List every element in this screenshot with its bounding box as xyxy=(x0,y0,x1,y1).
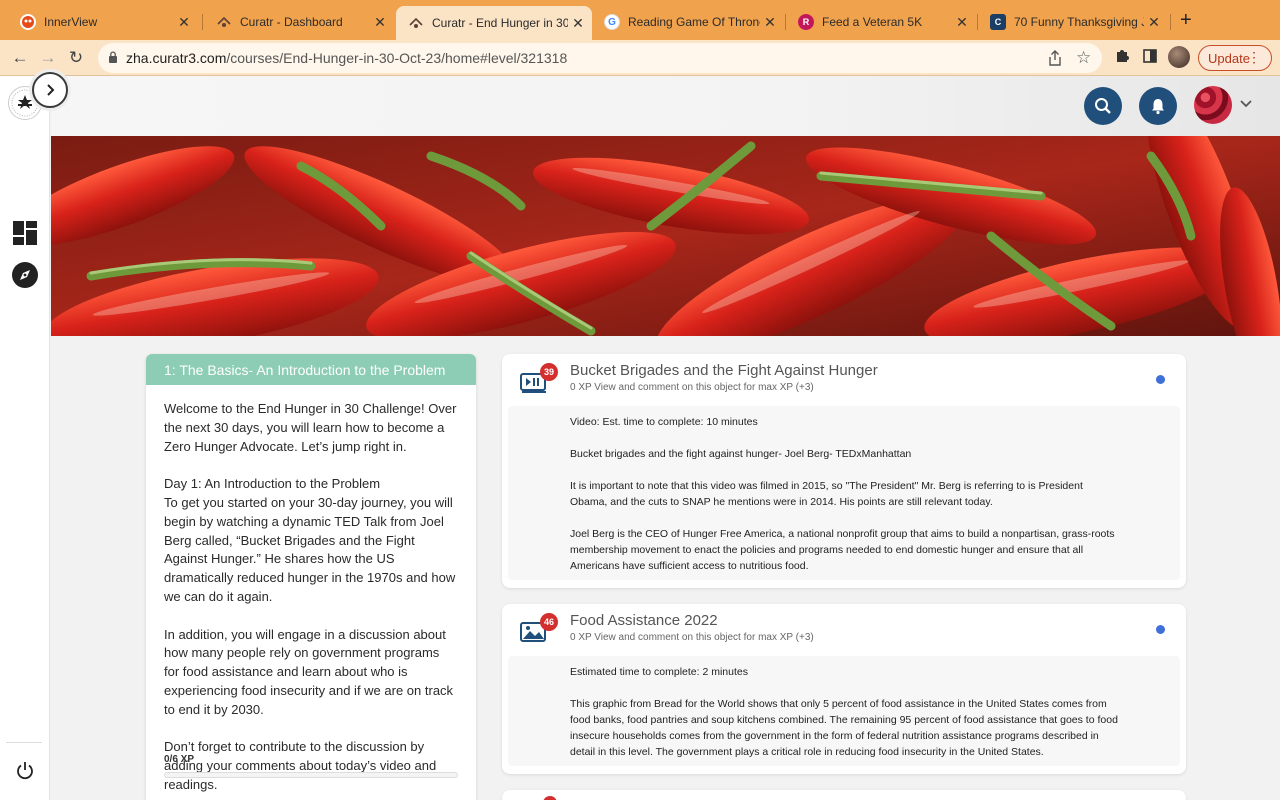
level-paragraph: In addition, you will engage in a discus… xyxy=(164,626,454,717)
browser-profile-avatar[interactable] xyxy=(1168,46,1190,68)
xp-label: 0/6 XP xyxy=(164,754,195,765)
update-button[interactable]: Update ⋮ xyxy=(1198,45,1272,71)
innerview-favicon-icon xyxy=(20,14,36,30)
comment-count-badge: 46 xyxy=(540,613,558,631)
object-text: Bucket brigades and the fight against hu… xyxy=(570,448,912,460)
reload-icon[interactable]: ↻ xyxy=(64,46,88,70)
curatr-favicon-icon xyxy=(216,14,232,30)
update-label: Update xyxy=(1208,50,1250,66)
browser-tab[interactable]: Curatr - Dashboard ✕ xyxy=(204,8,394,36)
notifications-button[interactable] xyxy=(1139,87,1177,125)
close-icon[interactable]: ✕ xyxy=(952,14,972,31)
left-sidebar xyxy=(0,76,50,800)
search-button[interactable] xyxy=(1084,87,1122,125)
power-logout-icon[interactable] xyxy=(14,760,36,782)
browser-tab[interactable]: InnerView ✕ xyxy=(8,8,198,36)
url-host: zha.curatr3.com xyxy=(126,50,227,66)
object-xp-meta: 0 XP View and comment on this object for… xyxy=(570,382,814,393)
dashboard-icon[interactable] xyxy=(12,220,38,246)
level-paragraph: To get you started on your 30-day journe… xyxy=(164,494,456,604)
curatr-favicon-icon xyxy=(408,15,424,31)
user-avatar[interactable] xyxy=(1194,86,1232,124)
level-body: Welcome to the End Hunger in 30 Challeng… xyxy=(146,385,476,800)
comment-count-badge: 39 xyxy=(540,363,558,381)
tab-title: Curatr - End Hunger in 30 C xyxy=(432,16,568,30)
unread-status-dot xyxy=(1156,375,1165,384)
object-text: It is important to note that this video … xyxy=(570,480,1083,508)
bell-icon xyxy=(1152,99,1164,115)
learning-object-card-partial[interactable] xyxy=(502,790,1186,800)
level-paragraph: Day 1: An Introduction to the Problem xyxy=(164,476,381,492)
sidebar-divider xyxy=(6,742,42,743)
chevron-right-icon xyxy=(47,84,55,96)
forward-arrow-icon[interactable]: → xyxy=(36,46,60,70)
c-favicon-icon: C xyxy=(990,14,1006,30)
level-title: 1: The Basics- An Introduction to the Pr… xyxy=(146,354,476,385)
close-icon[interactable]: ✕ xyxy=(1144,14,1164,31)
object-text: Video: Est. time to complete: 10 minutes xyxy=(570,416,758,428)
level-description-card: 1: The Basics- An Introduction to the Pr… xyxy=(146,354,476,800)
course-banner-image xyxy=(51,136,1280,336)
app-header xyxy=(51,76,1280,136)
side-panel-icon[interactable] xyxy=(1140,48,1160,68)
object-title[interactable]: Food Assistance 2022 xyxy=(570,612,718,629)
comment-count-badge xyxy=(543,796,557,800)
expand-sidebar-button[interactable] xyxy=(32,72,68,108)
more-vertical-icon: ⋮ xyxy=(1247,49,1261,65)
url-text: zha.curatr3.com/courses/End-Hunger-in-30… xyxy=(126,50,567,66)
search-icon xyxy=(1095,98,1111,114)
lock-icon xyxy=(109,51,117,63)
unread-status-dot xyxy=(1156,625,1165,634)
level-paragraph: Welcome to the End Hunger in 30 Challeng… xyxy=(164,401,457,454)
chevron-down-icon[interactable] xyxy=(1239,96,1253,110)
tab-title: InnerView xyxy=(44,15,98,29)
address-bar[interactable]: zha.curatr3.com/courses/End-Hunger-in-30… xyxy=(98,43,1102,73)
browser-tab-bar: InnerView ✕ Curatr - Dashboard ✕ Curatr … xyxy=(0,0,1280,40)
tab-title: Reading Game Of Thrones xyxy=(628,15,760,29)
object-header[interactable]: 46 Food Assistance 2022 0 XP View and co… xyxy=(502,604,1186,656)
object-title[interactable]: Bucket Brigades and the Fight Against Hu… xyxy=(570,362,878,379)
object-description: Estimated time to complete: 2 minutes Th… xyxy=(508,656,1180,766)
tab-divider xyxy=(202,14,203,30)
browser-tab[interactable]: G Reading Game Of Thrones ✕ xyxy=(592,8,784,36)
close-icon[interactable]: ✕ xyxy=(370,14,390,31)
browser-tab[interactable]: R Feed a Veteran 5K ✕ xyxy=(786,8,976,36)
google-favicon-icon: G xyxy=(604,14,620,30)
browser-toolbar: ← → ↻ zha.curatr3.com/courses/End-Hunger… xyxy=(0,40,1280,76)
browser-tab[interactable]: C 70 Funny Thanksgiving Jok ✕ xyxy=(978,8,1168,36)
tab-title: Feed a Veteran 5K xyxy=(822,15,923,29)
object-description: Video: Est. time to complete: 10 minutes… xyxy=(508,406,1180,580)
learning-object-card[interactable]: 46 Food Assistance 2022 0 XP View and co… xyxy=(502,604,1186,774)
tab-title: Curatr - Dashboard xyxy=(240,15,343,29)
new-tab-icon[interactable]: + xyxy=(1180,9,1192,32)
object-xp-meta: 0 XP View and comment on this object for… xyxy=(570,632,814,643)
object-text: Joel Berg is the CEO of Hunger Free Amer… xyxy=(570,528,1115,572)
tab-divider xyxy=(1170,14,1171,30)
close-icon[interactable]: ✕ xyxy=(568,15,588,32)
xp-progress-bar xyxy=(164,772,458,778)
url-path: /courses/End-Hunger-in-30-Oct-23/home#le… xyxy=(226,50,568,66)
extensions-puzzle-icon[interactable] xyxy=(1112,48,1132,68)
share-icon[interactable] xyxy=(1048,50,1062,69)
tab-title: 70 Funny Thanksgiving Jok xyxy=(1014,15,1144,29)
level-paragraph: Don’t forget to contribute to the discus… xyxy=(164,739,437,792)
close-icon[interactable]: ✕ xyxy=(760,14,780,31)
r-favicon-icon: R xyxy=(798,14,814,30)
back-arrow-icon[interactable]: ← xyxy=(8,46,32,70)
star-icon[interactable]: ☆ xyxy=(1076,48,1091,68)
browser-tab-active[interactable]: Curatr - End Hunger in 30 C ✕ xyxy=(396,6,592,40)
object-text: This graphic from Bread for the World sh… xyxy=(570,698,1118,758)
compass-explore-icon[interactable] xyxy=(11,261,39,289)
close-icon[interactable]: ✕ xyxy=(174,14,194,31)
learning-object-card[interactable]: 39 Bucket Brigades and the Fight Against… xyxy=(502,354,1186,588)
object-header[interactable]: 39 Bucket Brigades and the Fight Against… xyxy=(502,354,1186,406)
object-text: Estimated time to complete: 2 minutes xyxy=(570,666,748,678)
